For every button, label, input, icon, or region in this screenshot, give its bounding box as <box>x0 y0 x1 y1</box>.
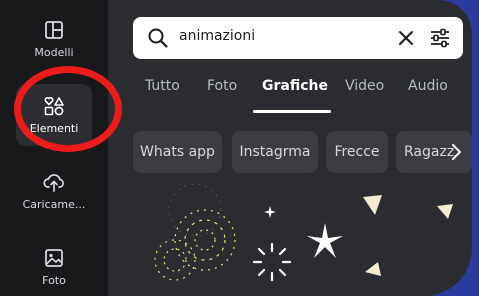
chip-instagrma[interactable]: Instagrma <box>232 131 318 173</box>
tab-audio[interactable]: Audio <box>408 78 448 108</box>
layout-icon <box>45 21 63 39</box>
sidebar-item-label: Modelli <box>34 46 74 59</box>
triangle-graphic[interactable] <box>363 195 382 215</box>
search-icon <box>148 28 168 48</box>
tab-tutto[interactable]: Tutto <box>145 78 180 108</box>
sidebar-item-label: Elementi <box>29 122 79 135</box>
filter-icon[interactable] <box>429 27 451 49</box>
screen-frame: Modelli Elementi Caricame... Foto animaz… <box>0 0 479 296</box>
chip-frecce[interactable]: Frecce <box>326 131 388 173</box>
tab-foto[interactable]: Foto <box>207 78 237 108</box>
burst-graphic[interactable] <box>252 242 292 282</box>
firework-graphic[interactable] <box>154 239 196 281</box>
search-input[interactable]: animazioni <box>179 28 255 44</box>
sidebar-item-label: Caricame... <box>22 198 86 211</box>
sidebar-item-caricamenti[interactable]: Caricame... <box>16 160 92 222</box>
triangle-graphic[interactable] <box>437 204 453 219</box>
search-bar[interactable]: animazioni <box>133 17 463 59</box>
sidebar-item-elementi[interactable]: Elementi <box>16 84 92 146</box>
image-icon <box>45 249 63 267</box>
chip-whats-app[interactable]: Whats app <box>133 131 222 173</box>
close-icon[interactable] <box>398 30 414 46</box>
sidebar-item-label: Foto <box>42 274 66 287</box>
sidebar-item-foto[interactable]: Foto <box>16 236 92 296</box>
shapes-icon <box>44 97 64 116</box>
tab-grafiche[interactable]: Grafiche <box>262 78 328 108</box>
chevron-right-icon[interactable] <box>448 142 464 162</box>
tab-video[interactable]: Video <box>345 78 384 108</box>
firework-graphic[interactable] <box>168 183 236 271</box>
sparkle-graphic[interactable] <box>264 206 276 218</box>
active-tab-indicator <box>253 110 331 113</box>
sidebar-item-modelli[interactable]: Modelli <box>16 8 92 70</box>
star-graphic[interactable] <box>307 223 343 258</box>
graphics-results-grid <box>154 183 453 282</box>
cloud-upload-icon <box>43 174 64 192</box>
editor-panel: Modelli Elementi Caricame... Foto animaz… <box>0 0 472 296</box>
sidebar: Modelli Elementi Caricame... Foto <box>0 0 108 296</box>
triangle-graphic[interactable] <box>365 262 381 276</box>
